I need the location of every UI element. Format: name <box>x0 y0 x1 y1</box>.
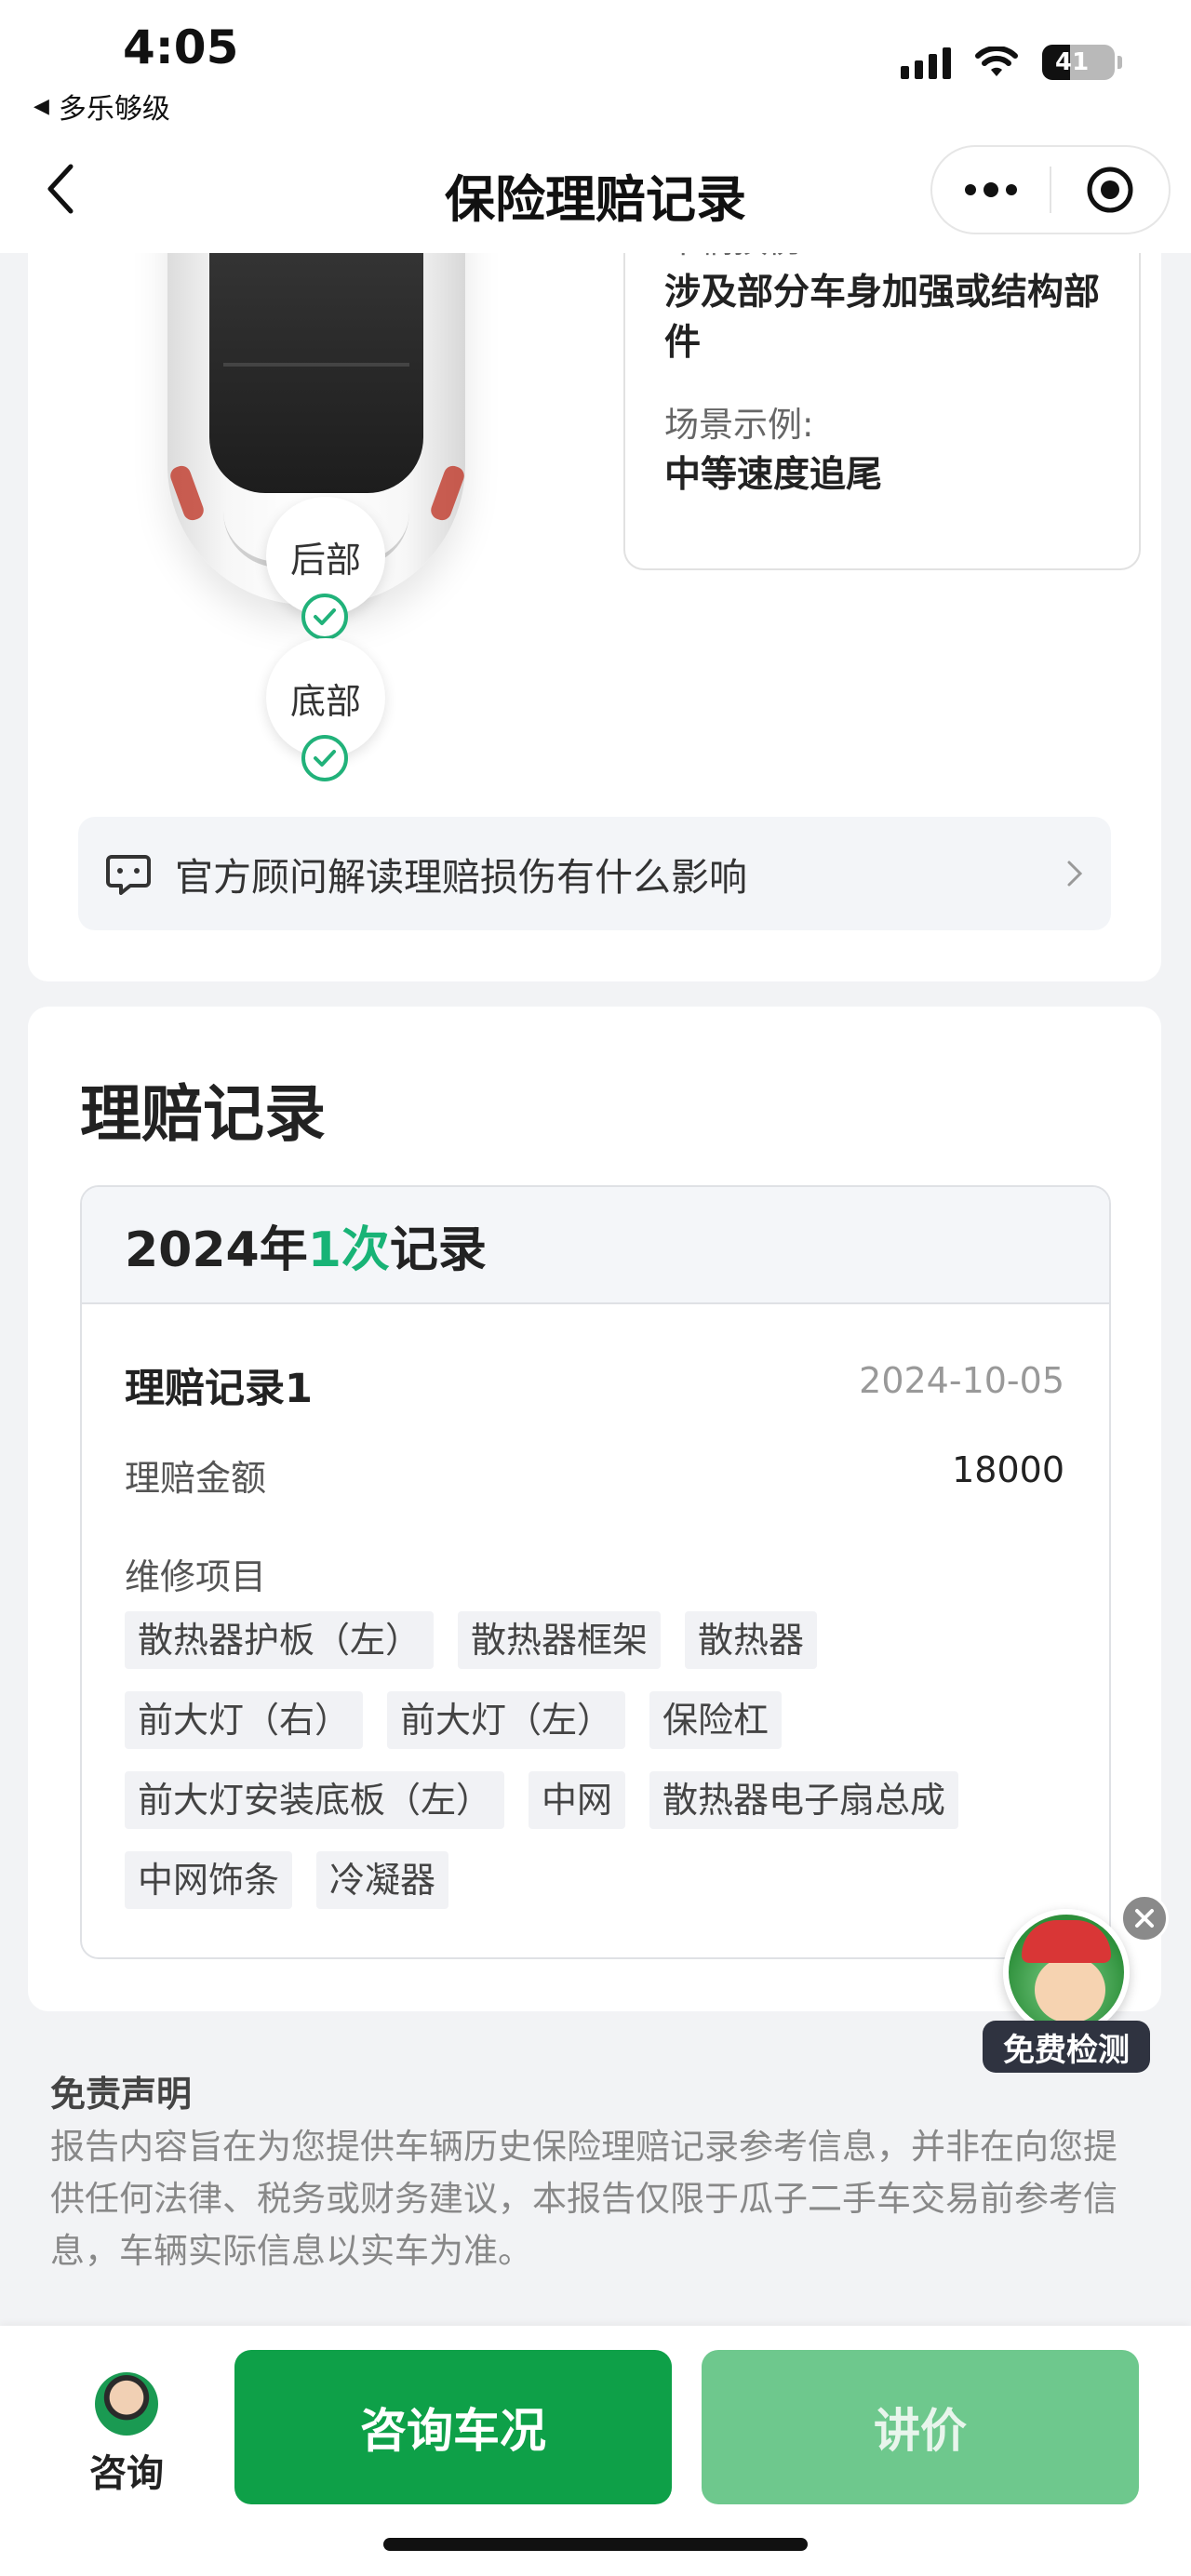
more-button[interactable] <box>932 147 1050 233</box>
consult-label: 咨询 <box>89 2452 164 2495</box>
close-program-button[interactable] <box>1051 147 1169 233</box>
record-icon <box>1087 167 1133 213</box>
bottom-label: 底部 <box>289 680 361 722</box>
repair-item-tag: 前大灯安装底板（左） <box>125 1771 505 1829</box>
back-to-app[interactable]: ◀ 多乐够级 <box>33 86 170 127</box>
repair-item-tag: 中网 <box>529 1771 626 1829</box>
disclaimer-text: 报告内容旨在为您提供车辆历史保险理赔记录参考信息，并非在向您提供任何法律、税务或… <box>50 2127 1117 2271</box>
record-name: 理赔记录1 <box>125 1366 313 1412</box>
disclaimer-title: 免责声明 <box>50 2074 193 2115</box>
top-bar: 4:05 ◀ 多乐够级 41 保险理赔记录 <box>0 0 1191 253</box>
rear-label: 后部 <box>289 539 361 581</box>
bargain-button[interactable]: 讲价 <box>702 2350 1139 2504</box>
free-inspection-badge[interactable]: 免费检测 <box>983 1909 1150 2076</box>
advisor-text: 官方顾问解读理赔损伤有什么影响 <box>175 855 747 900</box>
chat-icon <box>106 855 151 895</box>
repair-item-tag: 前大灯（右） <box>125 1691 364 1749</box>
signal-icon <box>901 46 951 79</box>
wifi-icon <box>975 47 1018 76</box>
amount-label: 理赔金额 <box>125 1458 267 1499</box>
scene-label: 场景示例: <box>664 405 814 445</box>
consult-condition-button[interactable]: 咨询车况 <box>234 2350 672 2504</box>
damage-card: 后部 底部 车辆损伤: 涉及部分车身加强或结构部件 场景示例: 中等速度追尾 官… <box>28 186 1161 981</box>
repair-item-tag: 前大灯（左） <box>387 1691 626 1749</box>
repair-item-tag: 散热器框架 <box>458 1611 662 1669</box>
repair-item-tag: 中网饰条 <box>125 1851 293 1909</box>
year-prefix: 2024年 <box>125 1221 308 1278</box>
consult-button[interactable]: 咨询 <box>80 2372 173 2497</box>
battery-level: 41 <box>1055 48 1090 76</box>
back-app-label: 多乐够级 <box>58 93 170 126</box>
record-date: 2024-10-05 <box>859 1360 1064 1401</box>
advisor-avatar <box>95 2372 158 2436</box>
damage-value: 涉及部分车身加强或结构部件 <box>664 272 1101 364</box>
repair-item-tag: 散热器护板（左） <box>125 1611 435 1669</box>
mini-program-capsule <box>930 145 1171 234</box>
repair-item-tag: 保险杠 <box>649 1691 783 1749</box>
repair-item-tag: 冷凝器 <box>316 1851 449 1909</box>
repair-item-tag: 散热器 <box>685 1611 818 1669</box>
advisor-link[interactable]: 官方顾问解读理赔损伤有什么影响 <box>78 817 1111 930</box>
car-diagram: 后部 底部 <box>74 186 605 781</box>
scene-value: 中等速度追尾 <box>664 454 883 496</box>
year-suffix: 记录 <box>389 1221 487 1278</box>
more-icon <box>965 182 1017 197</box>
close-icon[interactable] <box>1120 1894 1169 1942</box>
repair-item-tag: 散热器电子扇总成 <box>649 1771 959 1829</box>
claims-record-box: 2024年 1次 记录 理赔记录1 2024-10-05 理赔金额 18000 维修… <box>80 1185 1111 1959</box>
year-summary: 2024年 1次 记录 <box>82 1187 1109 1304</box>
repair-item-tags: 散热器护板（左） 散热器框架 散热器 前大灯（右） 前大灯（左） 保险杠 前大灯… <box>125 1611 1074 1909</box>
home-indicator <box>383 2538 808 2551</box>
status-time: 4:05 <box>123 20 239 74</box>
battery-icon: 41 <box>1042 45 1122 80</box>
system-icons: 41 <box>901 45 1122 80</box>
chevron-right-icon <box>1067 861 1083 887</box>
mascot-avatar <box>1003 1909 1130 2035</box>
check-icon <box>301 735 348 781</box>
back-triangle-icon: ◀ <box>33 94 49 118</box>
amount-value: 18000 <box>952 1449 1064 1490</box>
repair-items-label: 维修项目 <box>125 1556 267 1597</box>
claims-section-title: 理赔记录 <box>80 1078 326 1150</box>
claim-count: 1次 <box>307 1221 390 1278</box>
check-icon <box>301 594 348 640</box>
free-inspection-label: 免费检测 <box>983 2021 1150 2073</box>
claims-card: 理赔记录 2024年 1次 记录 理赔记录1 2024-10-05 理赔金额 180… <box>28 1007 1161 2011</box>
